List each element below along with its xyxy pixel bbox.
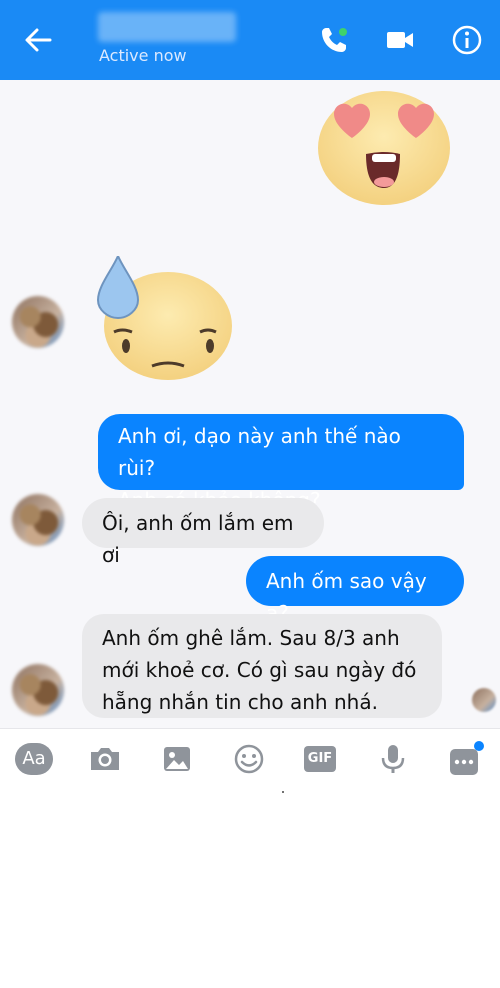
stray-dot [282,791,284,793]
active-status: Active now [99,46,187,65]
message-line: Anh ốm ghê lắm. Sau 8/3 anh [102,626,400,650]
camera-icon[interactable] [88,743,122,775]
incoming-message[interactable]: Anh ốm ghê lắm. Sau 8/3 anh mới khoẻ cơ.… [82,614,442,718]
message-line: mới khoẻ cơ. Có gì sau ngày đó [102,658,417,682]
seen-avatar [472,688,496,712]
contact-avatar[interactable] [12,494,64,546]
gif-icon[interactable]: GIF [304,746,336,772]
contact-avatar[interactable] [12,664,64,716]
message-line: hẵng nhắn tin cho anh nhá. [102,690,378,714]
incoming-message[interactable]: Ôi, anh ốm lắm em ơi [82,498,324,567]
message-line: Anh ơi, dạo này anh thế nào rùi? [118,424,401,480]
aa-button[interactable]: Aa [15,743,53,775]
phone-icon[interactable] [318,24,350,56]
smiley-icon[interactable] [232,743,266,775]
back-arrow-icon[interactable] [22,24,54,56]
contact-avatar[interactable] [12,296,64,348]
outgoing-message[interactable]: Anh ơi, dạo này anh thế nào rùi? Anh có … [98,414,464,512]
contact-name[interactable] [98,12,236,42]
chat-header: Active now [0,0,500,80]
image-icon[interactable] [160,743,194,775]
heart-eyes-emoji [318,91,450,205]
microphone-icon[interactable] [376,743,410,775]
info-icon[interactable] [451,24,483,56]
video-camera-icon[interactable] [384,24,416,56]
outgoing-message[interactable]: Anh ốm sao vậy ạ? [246,556,464,625]
more-icon[interactable] [446,739,486,779]
composer-bar: Aa GIF [0,728,500,791]
sweat-emoji [96,256,232,380]
